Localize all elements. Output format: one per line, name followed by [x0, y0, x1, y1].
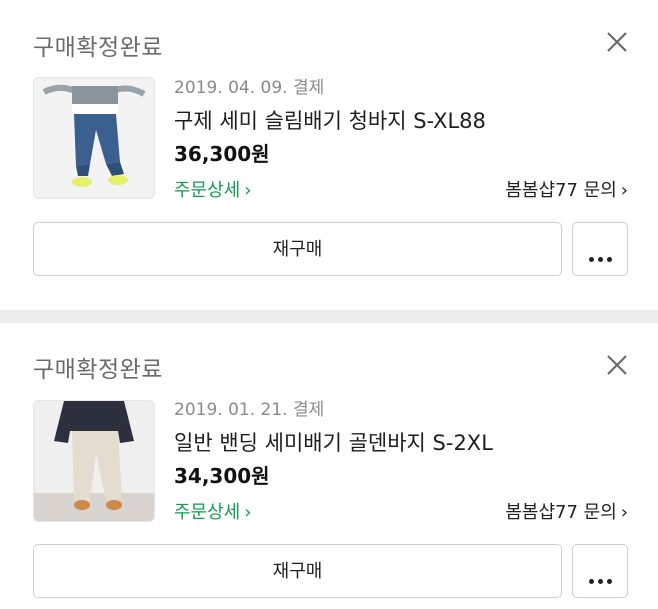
- product-title[interactable]: 일반 밴딩 세미배기 골덴바지 S-2XL: [174, 427, 628, 459]
- close-icon[interactable]: [606, 31, 628, 53]
- order-card: 구매확정완료 2019. 01. 21. 결제 일반 밴딩 세미배기 골덴바지 …: [0, 323, 658, 609]
- more-options-button[interactable]: [572, 544, 628, 598]
- chevron-right-icon: ›: [620, 180, 628, 201]
- seller-inquiry-label: 봄봄샵77 문의: [505, 502, 617, 523]
- more-dots-icon: [587, 247, 614, 266]
- payment-date: 2019. 04. 09. 결제: [174, 78, 325, 98]
- rebuy-button[interactable]: 재구매: [33, 222, 562, 276]
- product-price: 34,300원: [174, 464, 270, 488]
- payment-date: 2019. 01. 21. 결제: [174, 400, 325, 420]
- rebuy-button[interactable]: 재구매: [33, 544, 562, 598]
- order-status: 구매확정완료: [33, 35, 163, 61]
- seller-inquiry-link[interactable]: 봄봄샵77 문의 ›: [505, 497, 628, 529]
- order-card: 구매확정완료 2019. 04. 09. 결제 구제 세미 슬림배기 청바지 S…: [0, 0, 658, 310]
- seller-inquiry-label: 봄봄샵77 문의: [505, 180, 617, 201]
- product-thumbnail[interactable]: [33, 400, 155, 522]
- product-info: 2019. 04. 09. 결제 구제 세미 슬림배기 청바지 S-XL88 3…: [174, 75, 628, 207]
- more-options-button[interactable]: [572, 222, 628, 276]
- jeans-product-photo: [34, 78, 154, 198]
- order-detail-link[interactable]: 주문상세 ›: [174, 180, 251, 201]
- product-price: 36,300원: [174, 142, 270, 166]
- seller-inquiry-link[interactable]: 봄봄샵77 문의 ›: [505, 175, 628, 207]
- order-status: 구매확정완료: [33, 357, 163, 383]
- section-divider: [0, 310, 658, 323]
- product-thumbnail[interactable]: [33, 77, 155, 199]
- chevron-right-icon: ›: [244, 180, 252, 201]
- close-icon[interactable]: [606, 354, 628, 376]
- order-detail-link[interactable]: 주문상세 ›: [174, 502, 251, 523]
- product-title[interactable]: 구제 세미 슬림배기 청바지 S-XL88: [174, 105, 628, 137]
- product-info: 2019. 01. 21. 결제 일반 밴딩 세미배기 골덴바지 S-2XL 3…: [174, 397, 628, 529]
- corduroy-pants-product-photo: [34, 401, 154, 521]
- order-detail-label: 주문상세: [174, 502, 241, 523]
- more-dots-icon: [587, 569, 614, 588]
- order-detail-label: 주문상세: [174, 180, 241, 201]
- chevron-right-icon: ›: [244, 502, 252, 523]
- chevron-right-icon: ›: [620, 502, 628, 523]
